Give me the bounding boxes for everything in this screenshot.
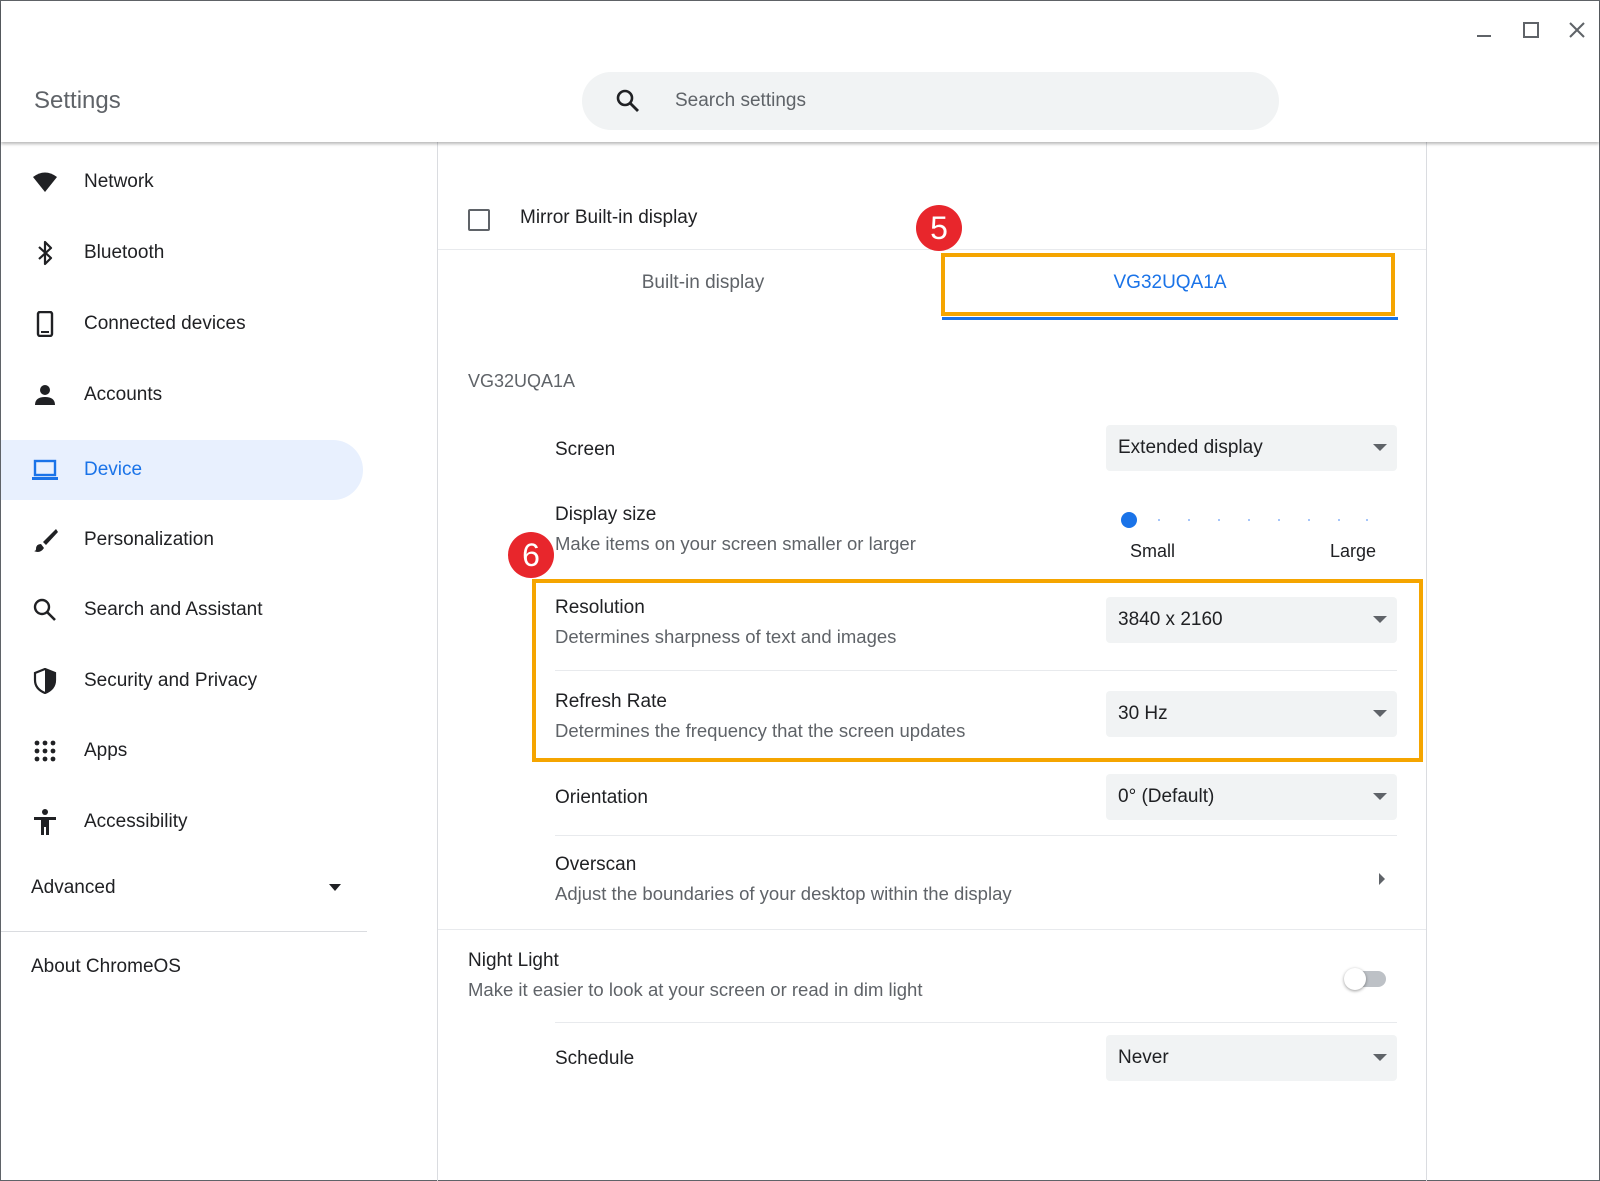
tab-built-in-display[interactable]: Built-in display: [478, 249, 928, 317]
settings-window: Settings Network Bluetooth Connected: [0, 0, 1600, 1181]
search-box[interactable]: [582, 72, 1279, 130]
brush-icon: [31, 526, 59, 554]
shield-icon: [31, 667, 59, 695]
laptop-icon: [31, 456, 59, 484]
sidebar-item-label: Apps: [84, 740, 128, 761]
orientation-dropdown[interactable]: 0° (Default): [1106, 774, 1397, 820]
close-icon[interactable]: [1562, 15, 1592, 45]
slider-tick: [1248, 519, 1250, 521]
divider: [555, 1022, 1397, 1023]
advanced-toggle[interactable]: Advanced: [31, 870, 341, 906]
sidebar-item-personalization[interactable]: Personalization: [1, 510, 363, 570]
schedule-dropdown[interactable]: Never: [1106, 1035, 1397, 1081]
slider-tick: [1278, 519, 1280, 521]
night-light-label: Night Light: [468, 950, 559, 971]
advanced-label: Advanced: [31, 877, 116, 898]
slider-tick: [1308, 519, 1310, 521]
mirror-display-checkbox[interactable]: [468, 209, 490, 231]
display-size-label: Display size: [555, 504, 657, 525]
mirror-display-label: Mirror Built-in display: [520, 207, 698, 228]
search-input[interactable]: [675, 72, 1235, 130]
sidebar-item-label: Accounts: [84, 384, 163, 405]
dropdown-value: Extended display: [1118, 437, 1263, 458]
overscan-label[interactable]: Overscan: [555, 854, 636, 876]
screen-dropdown[interactable]: Extended display: [1106, 425, 1397, 471]
display-size-slider-track[interactable]: [1128, 519, 1368, 521]
accessibility-icon: [31, 808, 59, 836]
sidebar-item-label: Accessibility: [84, 811, 188, 832]
divider: [555, 835, 1397, 836]
step-5-badge: 5: [916, 205, 962, 251]
display-size-slider-knob[interactable]: [1121, 512, 1137, 528]
person-icon: [31, 381, 59, 409]
dropdown-value: 0° (Default): [1118, 786, 1215, 807]
sidebar-item-bluetooth[interactable]: Bluetooth: [1, 223, 363, 283]
display-section-title: VG32UQA1A: [468, 371, 576, 391]
search-icon: [614, 87, 642, 115]
slider-max-label: Large: [1330, 541, 1377, 561]
sidebar: Network Bluetooth Connected devices Acco…: [1, 142, 437, 1181]
chevron-right-icon[interactable]: [1379, 873, 1385, 885]
slider-tick: [1188, 519, 1190, 521]
slider-tick: [1366, 519, 1368, 521]
orientation-label: Orientation: [555, 787, 648, 808]
slider-tick: [1158, 519, 1160, 521]
slider-min-label: Small: [1130, 541, 1176, 561]
overscan-description: Adjust the boundaries of your desktop wi…: [555, 883, 1012, 904]
minimize-icon[interactable]: [1469, 15, 1499, 45]
night-light-toggle-knob[interactable]: [1344, 968, 1366, 990]
slider-tick: [1338, 519, 1340, 521]
resolution-refresh-highlight-box: [532, 579, 1423, 762]
phone-icon: [31, 310, 59, 338]
display-size-description: Make items on your screen smaller or lar…: [555, 533, 916, 554]
dropdown-arrow-icon: [1373, 444, 1387, 451]
sidebar-item-accounts[interactable]: Accounts: [1, 365, 363, 425]
maximize-icon[interactable]: [1516, 15, 1546, 45]
sidebar-divider: [1, 931, 367, 932]
tab-highlight-box: [941, 253, 1395, 316]
night-light-description: Make it easier to look at your screen or…: [468, 979, 923, 1000]
sidebar-item-security-and-privacy[interactable]: Security and Privacy: [1, 651, 363, 711]
wifi-icon: [31, 168, 59, 196]
sidebar-item-search-and-assistant[interactable]: Search and Assistant: [1, 580, 363, 640]
sidebar-item-connected-devices[interactable]: Connected devices: [1, 294, 363, 354]
dropdown-arrow-icon: [1373, 1054, 1387, 1061]
slider-tick: [1218, 519, 1220, 521]
sidebar-item-label: Device: [84, 459, 143, 480]
sidebar-item-label: Network: [84, 171, 154, 192]
schedule-label: Schedule: [555, 1048, 635, 1069]
sidebar-item-label: Search and Assistant: [84, 599, 263, 620]
divider: [438, 929, 1426, 930]
search-icon: [31, 596, 59, 624]
sidebar-item-accessibility[interactable]: Accessibility: [1, 792, 363, 852]
bluetooth-icon: [31, 239, 59, 267]
sidebar-item-label: Security and Privacy: [84, 670, 258, 691]
dropdown-arrow-icon: [1373, 793, 1387, 800]
step-6-badge: 6: [508, 532, 554, 578]
apps-grid-icon: [31, 737, 59, 765]
dropdown-value: Never: [1118, 1047, 1169, 1068]
header: Settings: [1, 1, 1599, 142]
about-chromeos-link[interactable]: About ChromeOS: [31, 956, 181, 978]
chevron-down-icon: [329, 884, 341, 891]
active-tab-indicator: [942, 317, 1398, 320]
screen-label: Screen: [555, 439, 616, 460]
sidebar-item-label: Connected devices: [84, 313, 246, 334]
sidebar-item-network[interactable]: Network: [1, 152, 363, 212]
sidebar-item-label: Bluetooth: [84, 242, 165, 263]
sidebar-item-label: Personalization: [84, 529, 214, 550]
app-title: Settings: [34, 87, 121, 114]
sidebar-item-device[interactable]: Device: [1, 440, 363, 500]
sidebar-item-apps[interactable]: Apps: [1, 721, 363, 781]
